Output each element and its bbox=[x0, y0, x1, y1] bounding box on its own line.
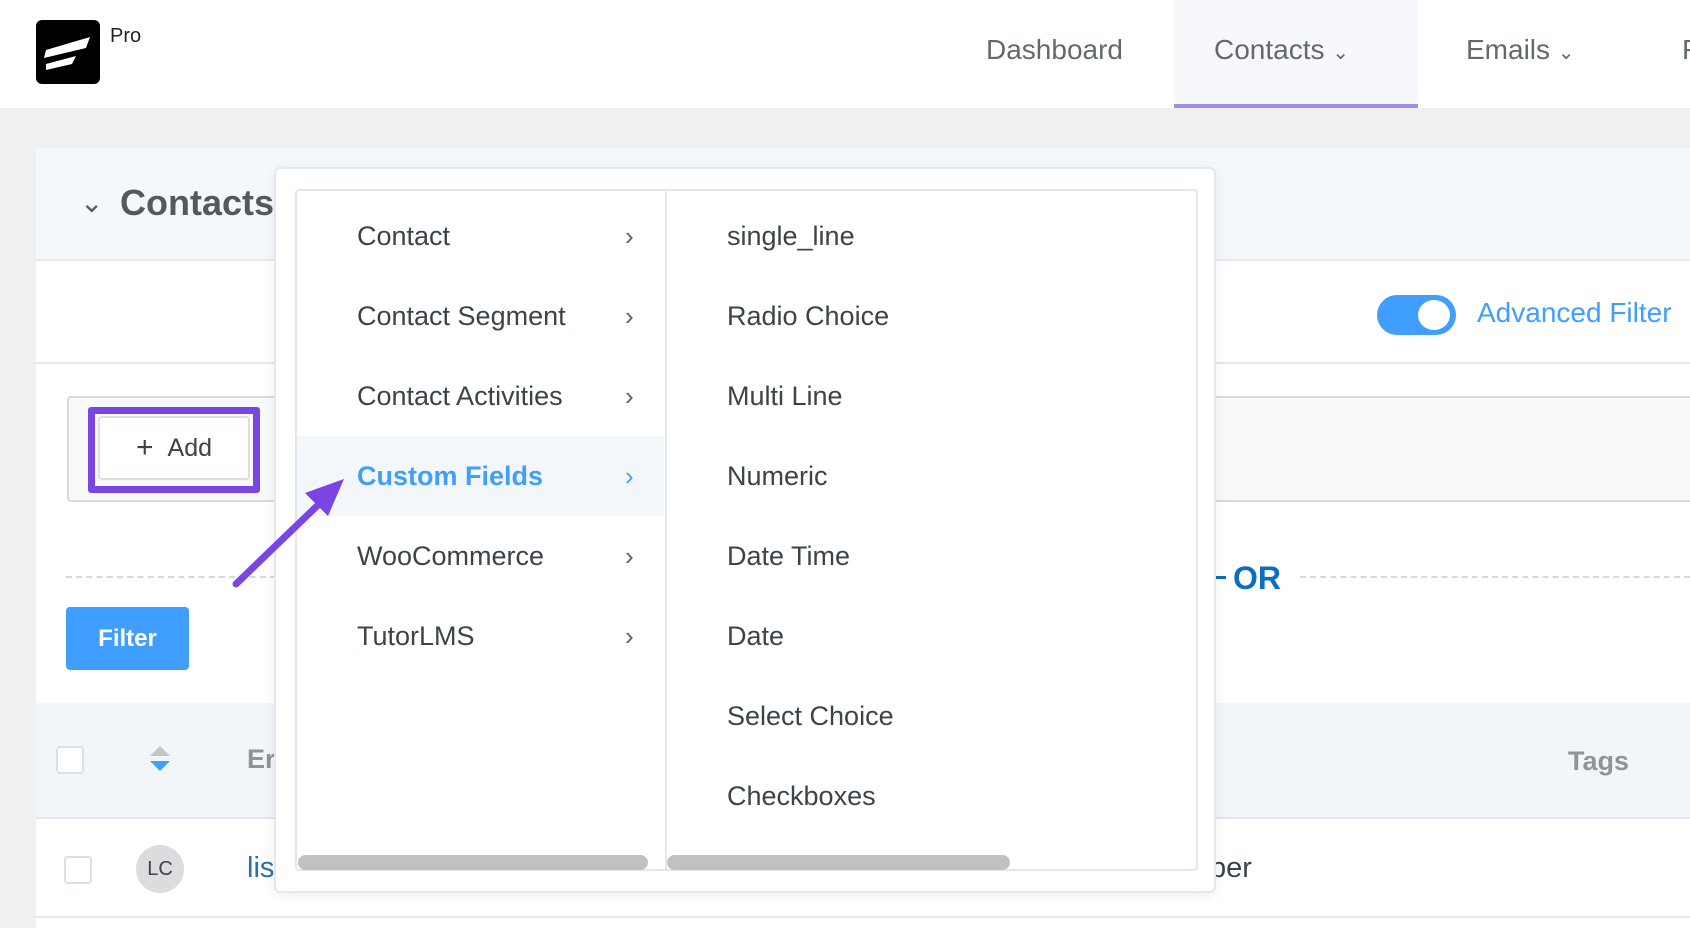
annotation-arrow bbox=[232, 479, 344, 588]
